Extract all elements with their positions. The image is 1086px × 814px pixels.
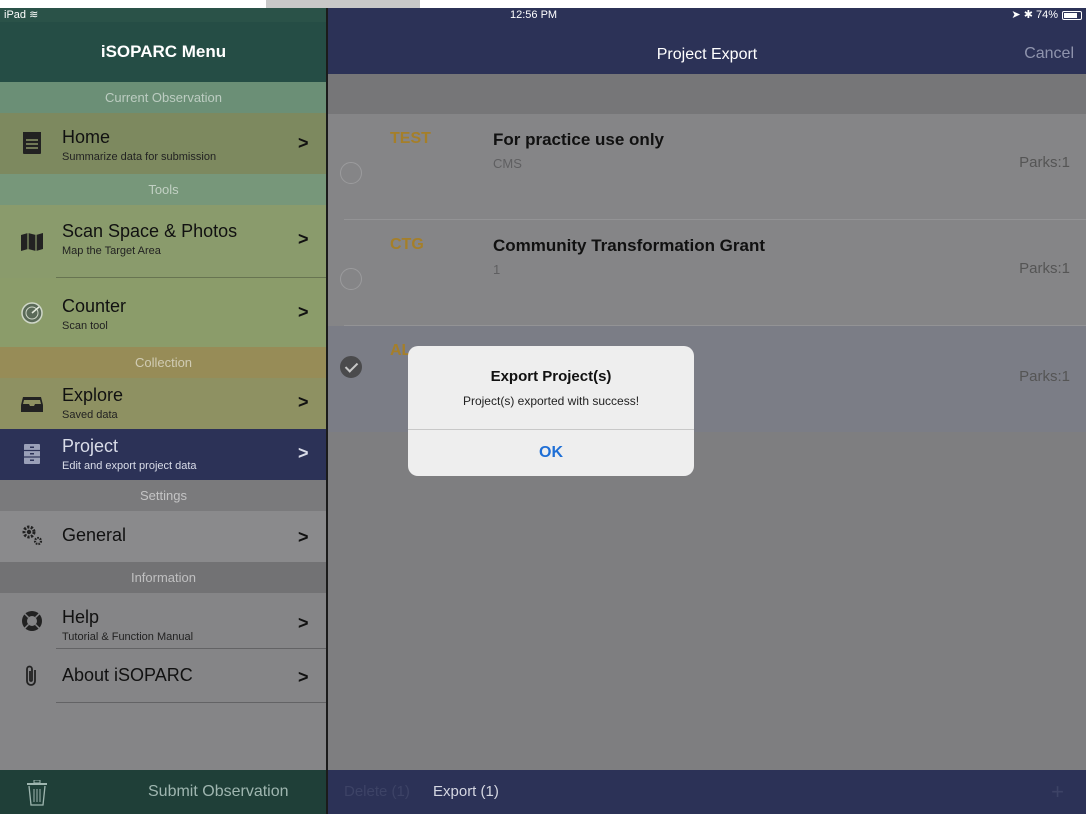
trash-icon[interactable] [26,780,48,806]
sidebar-item-about[interactable]: About iSOPARC > [0,649,327,703]
radio-unchecked-icon[interactable] [340,268,362,290]
alert-title: Export Project(s) [490,368,612,385]
list-header-space [328,74,1086,114]
sidebar-item-general[interactable]: General > [0,511,327,562]
battery-icon [1062,11,1082,20]
chevron-right-icon: > [298,302,309,322]
project-name: For practice use only [493,130,664,149]
paperclip-icon [26,665,36,686]
project-code: CTG [390,236,424,253]
section-settings: Settings [0,480,327,511]
map-icon [21,233,43,251]
home-title: Home [62,127,111,147]
export-button[interactable]: Export (1) [433,770,499,814]
section-current-observation: Current Observation [0,82,327,113]
radio-unchecked-icon[interactable] [340,162,362,184]
status-bar: iPad ≋ 12:56 PM ➤ ✱ 74% [0,8,1086,22]
cabinet-icon [24,444,40,464]
project-name: Community Transformation Grant [493,236,766,255]
wifi-icon: ≋ [29,9,39,21]
project-parks: Parks:1 [1019,260,1070,277]
sidebar-empty-area [0,703,327,770]
status-time: 12:56 PM [510,9,558,21]
project-description: CMS [493,156,522,171]
radar-icon [21,302,43,324]
sidebar-item-explore[interactable]: Explore Saved data > [0,378,327,429]
ipad-screen: iSOPARC Menu Current Observation Home Su… [0,0,1086,814]
chevron-right-icon: > [298,133,309,153]
page-title: Project Export [656,46,758,63]
add-icon[interactable]: + [1051,770,1064,814]
scan-space-subtitle: Map the Target Area [62,245,161,257]
alert-message: Project(s) exported with success! [462,394,640,408]
chevron-right-icon: > [298,667,309,687]
sidebar-item-counter[interactable]: Counter Scan tool > [0,278,327,347]
counter-title: Counter [62,296,127,316]
scan-space-title: Scan Space & Photos [62,221,238,241]
submit-observation-button[interactable]: Submit Observation [148,770,289,814]
bluetooth-icon: ✱ [1023,9,1033,21]
section-information: Information [0,562,327,593]
notepad-icon [23,132,41,154]
sidebar-item-scan-space[interactable]: Scan Space & Photos Map the Target Area … [0,205,327,278]
sidebar-title: iSOPARC Menu [0,22,327,82]
project-parks: Parks:1 [1019,154,1070,171]
help-subtitle: Tutorial & Function Manual [62,631,194,643]
chevron-right-icon: > [298,392,309,412]
project-row-test[interactable]: TEST For practice use only CMS Parks:1 [328,114,1086,220]
ok-button[interactable]: OK [408,430,694,476]
sidebar-item-home[interactable]: Home Summarize data for submission > [0,113,327,174]
location-icon: ➤ [1011,9,1021,21]
gears-icon [22,525,43,546]
home-subtitle: Summarize data for submission [62,151,217,163]
sidebar-item-project[interactable]: Project Edit and export project data > [0,429,327,480]
chevron-right-icon: > [298,229,309,249]
about-title: About iSOPARC [62,665,193,685]
cancel-button[interactable]: Cancel [1024,45,1074,63]
sidebar-item-help[interactable]: Help Tutorial & Function Manual > [0,593,327,649]
export-success-alert: Export Project(s) Project(s) exported wi… [408,346,694,476]
project-subtitle: Edit and export project data [62,460,197,472]
project-code: TEST [390,130,431,147]
section-collection: Collection [0,347,327,378]
submit-observation-bar[interactable]: Submit Observation [0,770,327,814]
chevron-right-icon: > [298,527,309,547]
project-row-ctg[interactable]: CTG Community Transformation Grant 1 Par… [328,220,1086,326]
project-title: Project [62,436,119,456]
status-battery-text: ➤ ✱ 74% [1011,9,1058,21]
explore-title: Explore [62,385,124,405]
explore-subtitle: Saved data [62,409,118,421]
screenshot-top-strip [0,0,1086,8]
chevron-right-icon: > [298,613,309,633]
radio-checked-icon[interactable] [340,356,362,378]
inbox-icon [21,397,43,412]
lifebuoy-icon [22,611,42,631]
general-title: General [62,525,127,545]
delete-button[interactable]: Delete (1) [344,770,410,814]
project-parks: Parks:1 [1019,368,1070,385]
project-description: 1 [493,262,501,277]
section-tools: Tools [0,174,327,205]
bottom-toolbar: Delete (1) Export (1) + [328,770,1086,814]
chevron-right-icon: > [298,443,309,463]
counter-subtitle: Scan tool [62,320,108,332]
help-title: Help [62,607,100,627]
device-label: iPad ≋ [4,9,39,21]
sidebar-menu: iSOPARC Menu Current Observation Home Su… [0,8,327,814]
top-strip-gray-block [266,0,420,8]
